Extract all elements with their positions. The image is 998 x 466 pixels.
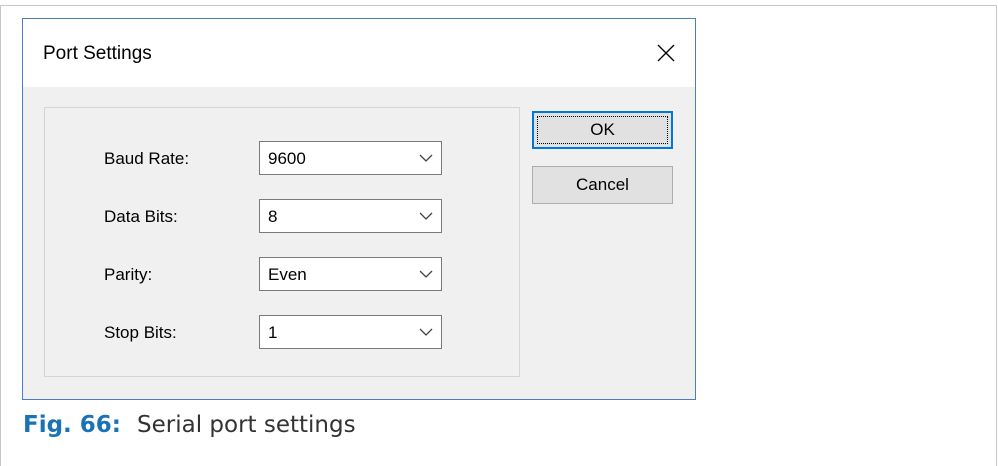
parity-value: Even xyxy=(268,265,307,284)
baud-rate-label: Baud Rate: xyxy=(104,149,190,168)
dialog-title: Port Settings xyxy=(43,43,152,64)
ok-button[interactable]: OK xyxy=(532,111,673,149)
close-button[interactable] xyxy=(637,19,695,87)
close-icon xyxy=(657,44,675,62)
data-bits-select[interactable]: 8 xyxy=(259,199,442,233)
chevron-down-icon xyxy=(419,270,433,278)
parity-label: Parity: xyxy=(104,265,153,284)
stop-bits-label: Stop Bits: xyxy=(104,323,177,342)
port-settings-dialog: Port Settings Baud Rate: 9600 Data Bits:… xyxy=(22,18,696,400)
chevron-down-icon xyxy=(419,154,433,162)
chevron-down-icon xyxy=(419,328,433,336)
focus-rectangle xyxy=(537,116,668,144)
chevron-down-icon xyxy=(419,212,433,220)
baud-rate-value: 9600 xyxy=(268,149,306,168)
dialog-titlebar: Port Settings xyxy=(23,19,695,87)
figure-number: Fig. 66: xyxy=(23,412,122,438)
data-bits-value: 8 xyxy=(268,207,278,226)
stop-bits-value: 1 xyxy=(268,323,278,342)
baud-rate-select[interactable]: 9600 xyxy=(259,141,442,175)
figure-caption-text: Serial port settings xyxy=(137,412,356,438)
parity-select[interactable]: Even xyxy=(259,257,442,291)
stop-bits-select[interactable]: 1 xyxy=(259,315,442,349)
figure-caption: Fig. 66: Serial port settings xyxy=(23,412,356,438)
page-left-border xyxy=(0,5,1,466)
data-bits-label: Data Bits: xyxy=(104,207,178,226)
cancel-button[interactable]: Cancel xyxy=(532,166,673,204)
cancel-button-label: Cancel xyxy=(576,175,629,194)
